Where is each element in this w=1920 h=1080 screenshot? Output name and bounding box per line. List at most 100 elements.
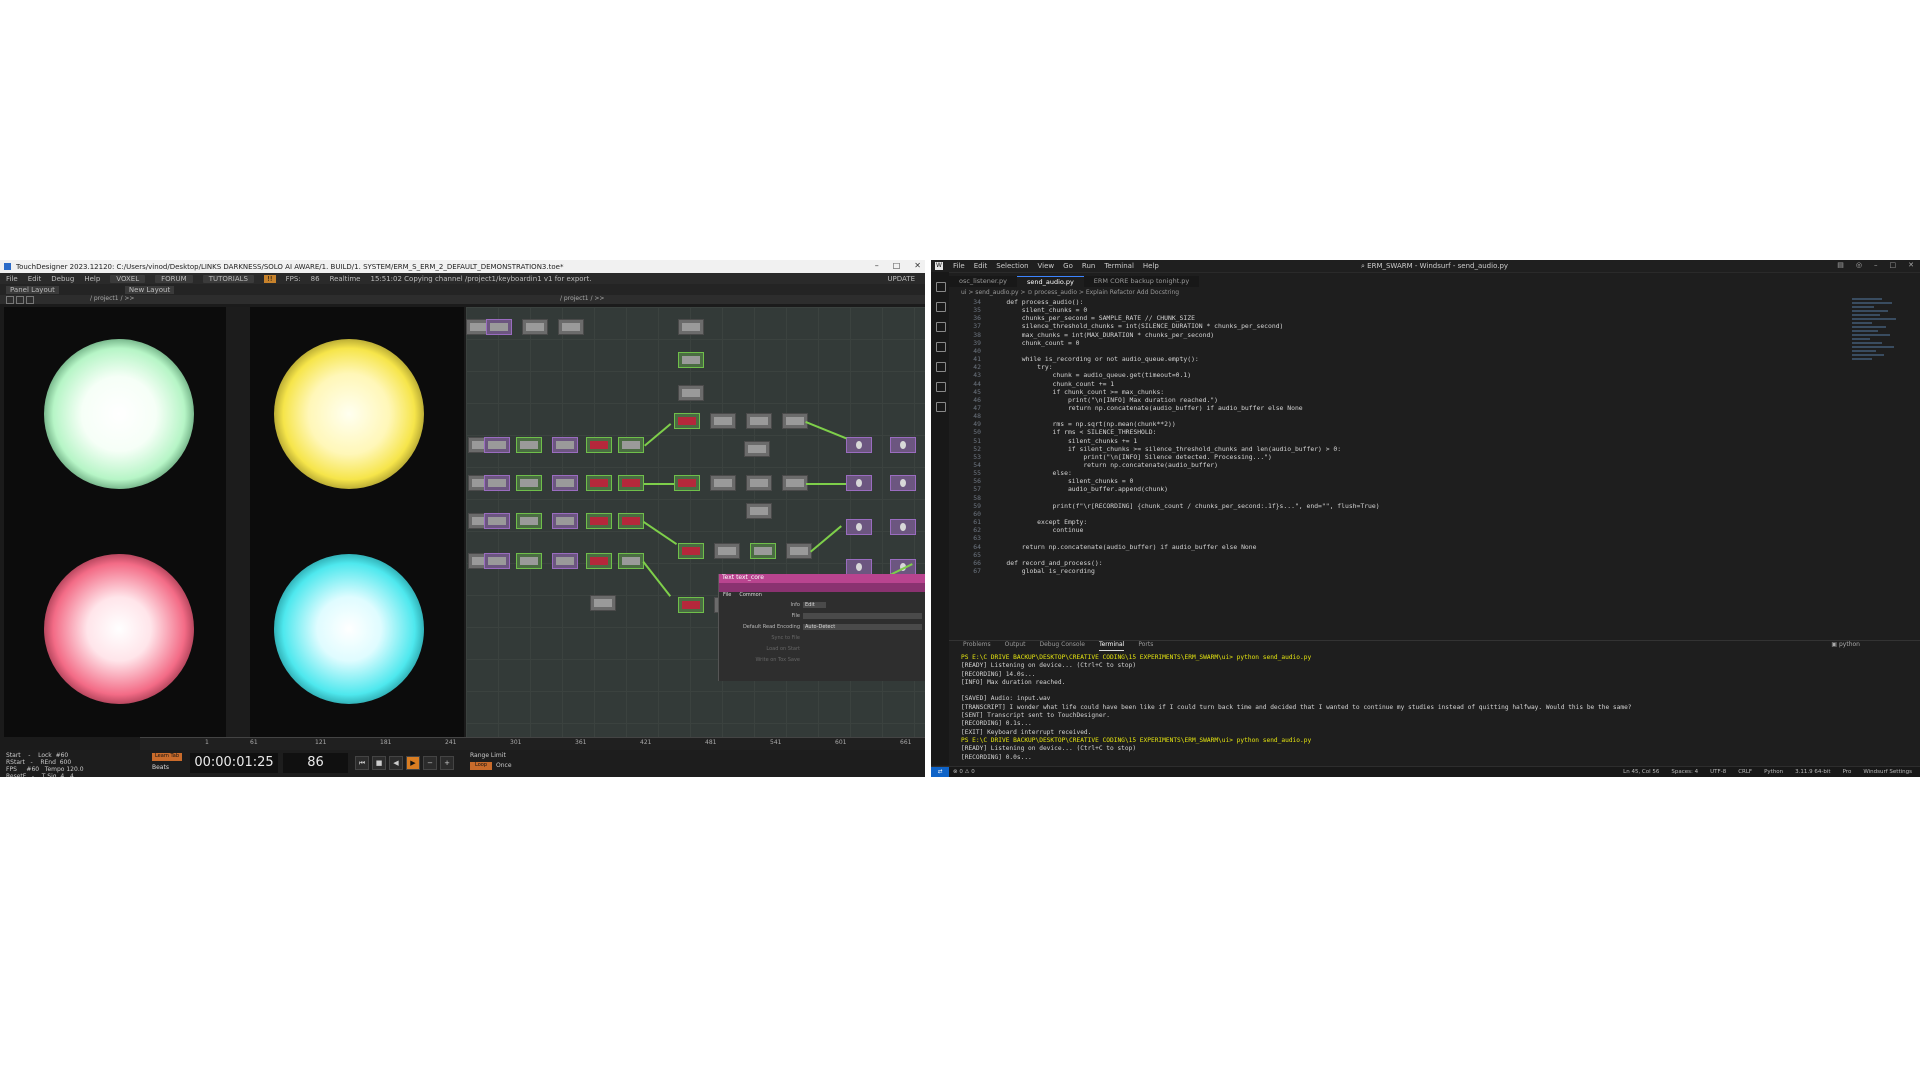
close-icon[interactable]: ✕ (1908, 261, 1914, 269)
network-node[interactable] (618, 437, 644, 453)
realtime-toggle[interactable]: Realtime (330, 275, 361, 283)
warning-badge[interactable]: !! (263, 274, 276, 283)
network-node[interactable] (674, 413, 700, 429)
code-line[interactable]: rms = np.sqrt(np.mean(chunk**2)) (991, 420, 1176, 428)
network-node[interactable] (846, 559, 872, 575)
code-line[interactable]: if chunk_count >= max_chunks: (991, 388, 1165, 396)
code-line[interactable]: if silent_chunks >= silence_threshold_ch… (991, 445, 1341, 453)
network-node[interactable] (746, 503, 772, 519)
code-line[interactable]: chunk_count = 0 (991, 339, 1080, 347)
tab-file[interactable]: File (723, 592, 731, 600)
code-line[interactable]: print("\n[INFO] Silence detected. Proces… (991, 453, 1272, 461)
code-line[interactable]: audio_buffer.append(chunk) (991, 485, 1168, 493)
network-node[interactable] (746, 413, 772, 429)
edit-button[interactable]: Edit (803, 602, 826, 608)
maximize-icon[interactable]: □ (893, 261, 901, 270)
network-node[interactable] (552, 437, 578, 453)
network-node[interactable] (484, 553, 510, 569)
network-node[interactable] (552, 475, 578, 491)
network-node[interactable] (782, 413, 808, 429)
tab-problems[interactable]: Problems (963, 641, 991, 651)
once-button[interactable]: Once (496, 762, 512, 769)
network-node[interactable] (890, 437, 916, 453)
code-line[interactable]: def record_and_process(): (991, 559, 1102, 567)
code-line[interactable]: return np.concatenate(audio_buffer) (991, 461, 1218, 469)
terminal-output[interactable]: PS E:\C DRIVE BACKUP\DESKTOP\CREATIVE CO… (961, 654, 1901, 762)
layout-icon[interactable]: ▤ (1837, 261, 1844, 269)
code-line[interactable]: chunks_per_second = SAMPLE_RATE // CHUNK… (991, 314, 1195, 322)
file-encoding[interactable]: UTF-8 (1710, 769, 1726, 775)
network-node[interactable] (678, 352, 704, 368)
menu-go[interactable]: Go (1063, 262, 1073, 270)
tab-output[interactable]: Output (1005, 641, 1026, 651)
network-node[interactable] (846, 475, 872, 491)
explorer-icon[interactable] (936, 282, 946, 292)
menu-file[interactable]: File (953, 262, 965, 270)
network-node[interactable] (516, 437, 542, 453)
remote-indicator-icon[interactable]: ⇄ (931, 767, 949, 777)
network-node[interactable] (846, 519, 872, 535)
network-path[interactable]: / project1 / >> (560, 295, 604, 302)
op-name-field[interactable]: text_core (736, 574, 764, 581)
problems-count[interactable]: ⊗ 0 ⚠ 0 (953, 769, 975, 775)
minus-icon[interactable]: − (423, 756, 437, 770)
network-node[interactable] (586, 475, 612, 491)
menu-help[interactable]: Help (84, 275, 100, 283)
network-node[interactable] (516, 475, 542, 491)
step-back-icon[interactable]: ◀ (389, 756, 403, 770)
render-viewer[interactable] (4, 307, 464, 737)
code-editor[interactable]: 34 def process_audio(): 35 silent_chunks … (949, 298, 1849, 580)
network-node[interactable] (890, 519, 916, 535)
network-node[interactable] (678, 543, 704, 559)
network-node[interactable] (586, 437, 612, 453)
network-node[interactable] (710, 475, 736, 491)
cursor-position[interactable]: Ln 45, Col 56 (1623, 769, 1659, 775)
network-node[interactable] (714, 543, 740, 559)
tab-common[interactable]: Common (739, 592, 762, 600)
indentation[interactable]: Spaces: 4 (1671, 769, 1698, 775)
code-line[interactable]: return np.concatenate(audio_buffer) if a… (991, 404, 1303, 412)
plan-badge[interactable]: Pro (1843, 769, 1852, 775)
timeline-ruler[interactable]: 1 61 121 181 241 301 361 421 481 541 601… (140, 737, 925, 750)
ws-window-title[interactable]: ⌕ ERM_SWARM - Windsurf - send_audio.py (1361, 262, 1508, 271)
rewind-icon[interactable]: ⏮ (355, 756, 369, 770)
minimize-icon[interactable]: – (1874, 261, 1878, 269)
network-node[interactable] (484, 475, 510, 491)
network-node[interactable] (674, 475, 700, 491)
source-control-icon[interactable] (936, 322, 946, 332)
timecode-display[interactable]: 00:00:01:25 (190, 753, 278, 773)
tab-debug-console[interactable]: Debug Console (1040, 641, 1085, 651)
network-node[interactable] (618, 475, 644, 491)
code-line[interactable]: else: (991, 469, 1072, 477)
menu-debug[interactable]: Debug (51, 275, 74, 283)
code-line[interactable]: chunk = audio_queue.get(timeout=0.1) (991, 371, 1192, 379)
line-endings[interactable]: CRLF (1738, 769, 1752, 775)
network-node[interactable] (618, 513, 644, 529)
network-node[interactable] (710, 413, 736, 429)
network-node[interactable] (678, 319, 704, 335)
code-line[interactable]: silence_threshold_chunks = int(SILENCE_D… (991, 322, 1284, 330)
plus-icon[interactable]: + (440, 756, 454, 770)
network-node[interactable] (552, 513, 578, 529)
encoding-dropdown[interactable]: Auto-Detect (803, 624, 922, 630)
network-node[interactable] (678, 385, 704, 401)
network-node[interactable] (552, 553, 578, 569)
pane-icon[interactable] (16, 296, 24, 304)
menu-help[interactable]: Help (1143, 262, 1159, 270)
network-node[interactable] (782, 475, 808, 491)
network-node[interactable] (484, 513, 510, 529)
code-line[interactable]: silent_chunks = 0 (991, 477, 1133, 485)
network-node[interactable] (522, 319, 548, 335)
code-line[interactable]: silent_chunks = 0 (991, 306, 1087, 314)
close-icon[interactable]: ✕ (914, 261, 921, 270)
network-node[interactable] (846, 437, 872, 453)
frame-display[interactable]: 86 (283, 753, 348, 773)
code-line[interactable]: def process_audio(): (991, 298, 1083, 306)
network-node[interactable] (786, 543, 812, 559)
network-node[interactable] (516, 513, 542, 529)
code-line[interactable]: except Empty: (991, 518, 1087, 526)
tab-erm-core-backup[interactable]: ERM CORE backup tonight.py (1083, 276, 1200, 287)
panel-layout-button[interactable]: Panel Layout (6, 285, 59, 294)
network-node[interactable] (750, 543, 776, 559)
viewer-path[interactable]: / project1 / >> (90, 295, 134, 302)
